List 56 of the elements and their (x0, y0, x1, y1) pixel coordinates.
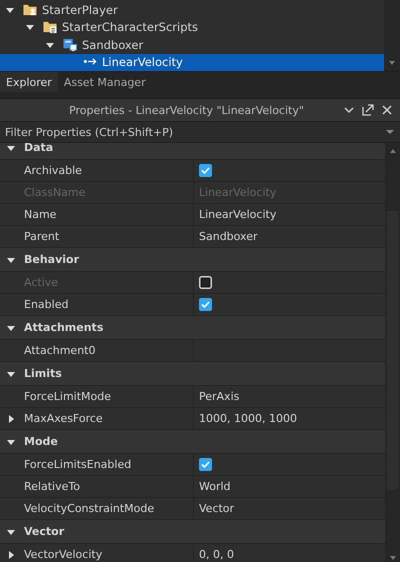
property-name: ClassName (24, 186, 86, 199)
collapse-arrow-icon[interactable] (46, 40, 54, 49)
category-header[interactable]: Attachments (24, 321, 104, 334)
collapse-arrow-icon[interactable] (7, 256, 15, 264)
property-name: Attachment0 (24, 344, 96, 357)
category-header[interactable]: Mode (24, 435, 58, 448)
property-name: MaxAxesForce (24, 412, 103, 425)
property-value: LinearVelocity (199, 186, 276, 199)
collapse-arrow-icon[interactable] (7, 324, 15, 332)
category-header[interactable]: Limits (24, 367, 62, 380)
property-name: ForceLimitsEnabled (24, 458, 132, 471)
property-name: ForceLimitMode (24, 390, 112, 403)
expand-arrow-icon[interactable] (7, 415, 15, 423)
property-value[interactable]: World (199, 480, 231, 493)
collapse-arrow-icon[interactable] (7, 370, 15, 378)
property-value[interactable]: Vector (199, 502, 234, 515)
scrollbar[interactable] (384, 0, 400, 71)
dropdown-icon[interactable] (386, 129, 394, 135)
checkbox[interactable] (199, 298, 212, 311)
property-value[interactable]: 0, 0, 0 (199, 548, 234, 561)
filter-field[interactable]: Filter Properties (Ctrl+Shift+P) (3, 124, 386, 140)
panel-title: Properties - LinearVelocity "LinearVelocity" (68, 104, 305, 116)
tree-item[interactable]: Sandboxer (0, 36, 384, 54)
property-value[interactable]: LinearVelocity (199, 208, 276, 221)
property-value[interactable]: PerAxis (199, 390, 240, 403)
property-value[interactable]: Sandboxer (199, 230, 258, 243)
tree-item[interactable]: StarterPlayer (0, 1, 384, 18)
property-name: Parent (24, 230, 60, 243)
category-header[interactable]: Data (24, 143, 54, 154)
folder-user-icon (22, 2, 38, 17)
tree-item[interactable]: StarterCharacterScripts (0, 18, 384, 36)
expand-arrow-icon[interactable] (7, 551, 15, 559)
category-header[interactable]: Behavior (24, 253, 80, 266)
collapse-arrow-icon[interactable] (7, 438, 15, 446)
collapse-arrow-icon[interactable] (7, 528, 15, 536)
property-name: RelativeTo (24, 480, 80, 493)
property-name: Archivable (24, 164, 82, 177)
model-icon (62, 38, 78, 52)
close-icon[interactable] (381, 104, 393, 116)
undock-icon[interactable] (362, 104, 374, 116)
folder-script-icon (42, 20, 58, 34)
tab[interactable]: Explorer (0, 72, 58, 92)
collapse-arrow-icon[interactable] (26, 23, 34, 32)
checkbox[interactable] (199, 458, 212, 471)
property-value[interactable]: 1000, 1000, 1000 (199, 412, 297, 425)
checkbox[interactable] (199, 164, 212, 177)
collapse-arrow-icon[interactable] (6, 6, 14, 14)
property-name: VelocityConstraintMode (24, 502, 154, 515)
tree-item[interactable]: LinearVelocity (0, 54, 384, 71)
property-name: Active (24, 276, 58, 289)
property-name: Enabled (24, 298, 68, 311)
category-header[interactable]: Vector (24, 525, 64, 538)
property-name: VectorVelocity (24, 548, 102, 561)
collapse-arrow-icon[interactable] (7, 144, 15, 152)
scrollbar[interactable] (385, 143, 400, 562)
property-name: Name (24, 208, 56, 221)
